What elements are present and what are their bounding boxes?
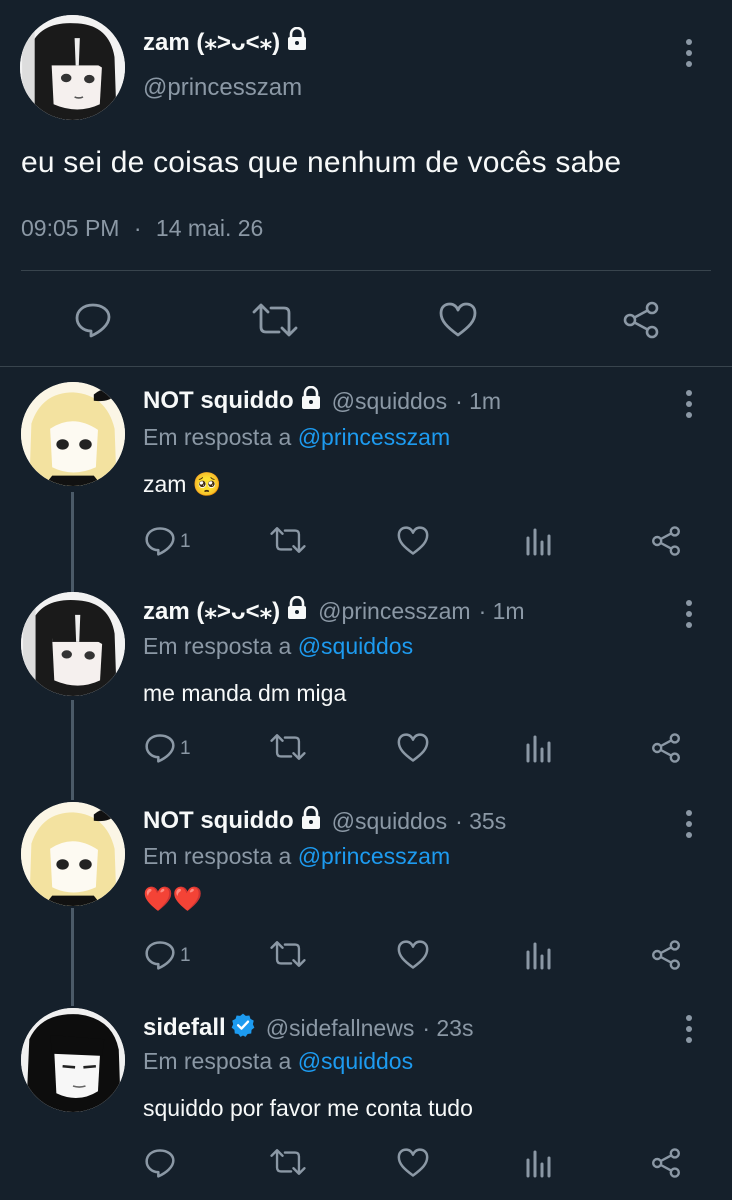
lock-icon bbox=[286, 595, 308, 626]
reply-icon[interactable] bbox=[144, 526, 176, 556]
more-options-icon[interactable] bbox=[685, 39, 693, 67]
thread-line bbox=[71, 908, 74, 1006]
replying-to: Em resposta a @squiddos bbox=[143, 633, 413, 660]
reply-header: NOT squiddo @squiddos · 35s bbox=[143, 805, 506, 836]
retweet-icon[interactable] bbox=[252, 303, 298, 337]
like-icon[interactable] bbox=[439, 302, 477, 338]
retweet-icon[interactable] bbox=[270, 940, 306, 968]
avatar-sidefallnews[interactable] bbox=[21, 1008, 125, 1112]
verified-badge-icon bbox=[230, 1012, 256, 1044]
analytics-icon[interactable] bbox=[524, 1148, 552, 1178]
share-icon[interactable] bbox=[650, 732, 682, 764]
retweet-icon[interactable] bbox=[270, 1148, 306, 1176]
replying-to: Em resposta a @princesszam bbox=[143, 424, 450, 451]
tweet-timestamp[interactable]: 09:05 PM · 14 mai. 26 bbox=[21, 215, 263, 242]
retweet-icon[interactable] bbox=[270, 526, 306, 554]
reply-author-handle[interactable]: @princesszam bbox=[318, 598, 470, 625]
replying-to-label: Em resposta a bbox=[143, 843, 292, 869]
reply-count[interactable]: 1 bbox=[180, 531, 191, 553]
reply-text: ❤️❤️ bbox=[143, 886, 203, 913]
analytics-icon[interactable] bbox=[524, 526, 552, 556]
avatar-princesszam[interactable] bbox=[21, 592, 125, 696]
thread-line bbox=[71, 700, 74, 800]
like-icon[interactable] bbox=[397, 1148, 429, 1178]
tweet-time[interactable]: 09:05 PM bbox=[21, 215, 119, 241]
reply-header: NOT squiddo @squiddos · 1m bbox=[143, 385, 501, 416]
replying-to-label: Em resposta a bbox=[143, 1048, 292, 1074]
reply-header: zam (⁎˃ᴗ˂⁎) @princesszam · 1m bbox=[143, 595, 525, 626]
like-icon[interactable] bbox=[397, 526, 429, 556]
reply-icon[interactable] bbox=[144, 1148, 176, 1178]
timestamp-separator: · bbox=[133, 215, 142, 241]
like-icon[interactable] bbox=[397, 733, 429, 763]
reply-author-handle[interactable]: @sidefallnews bbox=[266, 1015, 415, 1042]
reply-text: me manda dm miga bbox=[143, 680, 347, 706]
reply-age[interactable]: · 23s bbox=[422, 1015, 473, 1042]
lock-icon bbox=[286, 26, 308, 58]
reply-age[interactable]: · 1m bbox=[479, 598, 525, 625]
replying-to-handle[interactable]: @princesszam bbox=[298, 843, 450, 869]
like-icon[interactable] bbox=[397, 940, 429, 970]
analytics-icon[interactable] bbox=[524, 940, 552, 970]
author-display-name[interactable]: zam (⁎˃ᴗ˂⁎) bbox=[143, 26, 308, 58]
share-icon[interactable] bbox=[621, 300, 661, 340]
reply-text: zam 🥺 bbox=[143, 471, 222, 497]
divider bbox=[0, 366, 732, 367]
replying-to-handle[interactable]: @squiddos bbox=[298, 633, 413, 659]
share-icon[interactable] bbox=[650, 939, 682, 971]
replying-to: Em resposta a @squiddos bbox=[143, 1048, 413, 1075]
replying-to: Em resposta a @princesszam bbox=[143, 843, 450, 870]
lock-icon bbox=[300, 385, 322, 416]
avatar-squiddos[interactable] bbox=[21, 382, 125, 486]
replying-to-handle[interactable]: @squiddos bbox=[298, 1048, 413, 1074]
tweet-text: eu sei de coisas que nenhum de vocês sab… bbox=[21, 146, 622, 179]
reply-author-name[interactable]: NOT squiddo bbox=[143, 387, 294, 415]
reply-author-handle[interactable]: @squiddos bbox=[332, 808, 447, 835]
lock-icon bbox=[300, 805, 322, 836]
reply-author-name[interactable]: zam (⁎˃ᴗ˂⁎) bbox=[143, 597, 280, 626]
reply-icon[interactable] bbox=[144, 940, 176, 970]
more-options-icon[interactable] bbox=[685, 390, 693, 418]
author-name-text[interactable]: zam (⁎˃ᴗ˂⁎) bbox=[143, 28, 280, 57]
reply-header: sidefall @sidefallnews · 23s bbox=[143, 1012, 473, 1044]
tweet-date[interactable]: 14 mai. 26 bbox=[156, 215, 263, 241]
avatar-princesszam[interactable] bbox=[20, 15, 125, 120]
reply-age[interactable]: · 35s bbox=[455, 808, 506, 835]
reply-count[interactable]: 1 bbox=[180, 945, 191, 967]
reply-age[interactable]: · 1m bbox=[455, 388, 501, 415]
more-options-icon[interactable] bbox=[685, 600, 693, 628]
reply-icon[interactable] bbox=[74, 302, 112, 338]
divider bbox=[21, 270, 711, 271]
replying-to-handle[interactable]: @princesszam bbox=[298, 424, 450, 450]
retweet-icon[interactable] bbox=[270, 733, 306, 761]
share-icon[interactable] bbox=[650, 1147, 682, 1179]
reply-author-name[interactable]: NOT squiddo bbox=[143, 807, 294, 835]
reply-author-handle[interactable]: @squiddos bbox=[332, 388, 447, 415]
replying-to-label: Em resposta a bbox=[143, 424, 292, 450]
reply-author-name[interactable]: sidefall bbox=[143, 1014, 226, 1042]
thread-line bbox=[71, 492, 74, 592]
avatar-squiddos[interactable] bbox=[21, 802, 125, 906]
more-options-icon[interactable] bbox=[685, 810, 693, 838]
author-handle[interactable]: @princesszam bbox=[143, 74, 302, 102]
replying-to-label: Em resposta a bbox=[143, 633, 292, 659]
reply-icon[interactable] bbox=[144, 733, 176, 763]
reply-text: squiddo por favor me conta tudo bbox=[143, 1095, 473, 1121]
share-icon[interactable] bbox=[650, 525, 682, 557]
reply-count[interactable]: 1 bbox=[180, 738, 191, 760]
analytics-icon[interactable] bbox=[524, 733, 552, 763]
more-options-icon[interactable] bbox=[685, 1015, 693, 1043]
